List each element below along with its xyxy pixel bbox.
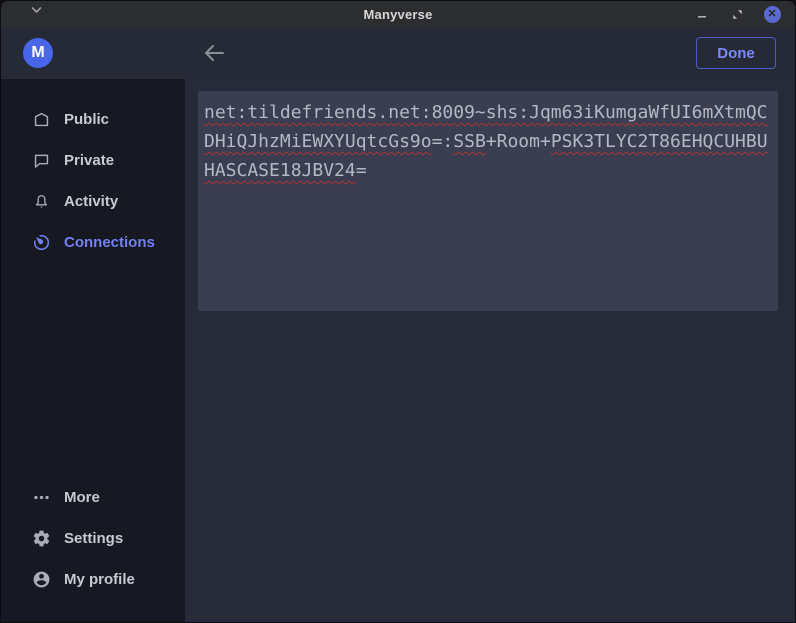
bulletin-board-icon [31, 110, 51, 130]
body: Public Private Activity [1, 79, 795, 622]
invite-text-segment: =: [432, 131, 454, 152]
sidebar-item-label: Activity [64, 193, 118, 210]
header: M Done [1, 27, 795, 79]
done-button[interactable]: Done [696, 37, 776, 69]
close-button[interactable]: ✕ [761, 3, 783, 25]
titlebar: Manyverse ✕ [1, 1, 795, 27]
back-button[interactable] [201, 41, 227, 65]
sidebar-item-settings[interactable]: Settings [1, 518, 185, 559]
sidebar: Public Private Activity [1, 79, 185, 622]
sidebar-item-label: More [64, 489, 100, 506]
sidebar-item-label: Connections [64, 234, 155, 251]
invite-input[interactable]: net:tildefriends.net:8009~shs:Jqm63iKumg… [198, 91, 778, 311]
bell-icon [31, 192, 51, 212]
app-window: Manyverse ✕ M Done [0, 0, 796, 623]
window-controls: ✕ [691, 1, 783, 27]
sidebar-item-label: Private [64, 152, 114, 169]
restore-button[interactable] [726, 3, 748, 25]
dial-icon [31, 233, 51, 253]
sidebar-item-my-profile[interactable]: My profile [1, 559, 185, 600]
sidebar-item-label: Public [64, 111, 109, 128]
window-title: Manyverse [1, 7, 795, 22]
invite-text-segment: SSB [453, 131, 486, 152]
arrow-left-icon [203, 44, 225, 62]
gear-icon [31, 529, 51, 549]
main-content: net:tildefriends.net:8009~shs:Jqm63iKumg… [185, 79, 795, 622]
sidebar-top-group: Public Private Activity [1, 99, 185, 263]
speech-bubble-icon [31, 151, 51, 171]
sidebar-item-activity[interactable]: Activity [1, 181, 185, 222]
sidebar-bottom-group: More Settings My profile [1, 477, 185, 600]
sidebar-item-label: My profile [64, 571, 135, 588]
invite-text-segment: = [356, 160, 367, 181]
sidebar-item-private[interactable]: Private [1, 140, 185, 181]
manyverse-logo: M [23, 38, 53, 68]
minimize-button[interactable] [691, 3, 713, 25]
sidebar-item-public[interactable]: Public [1, 99, 185, 140]
close-icon: ✕ [764, 6, 781, 23]
sidebar-item-label: Settings [64, 530, 123, 547]
sidebar-item-more[interactable]: More [1, 477, 185, 518]
dots-horizontal-icon [31, 488, 51, 508]
sidebar-item-connections[interactable]: Connections [1, 222, 185, 263]
account-circle-icon [31, 570, 51, 590]
invite-text-segment: +Room+ [486, 131, 551, 152]
